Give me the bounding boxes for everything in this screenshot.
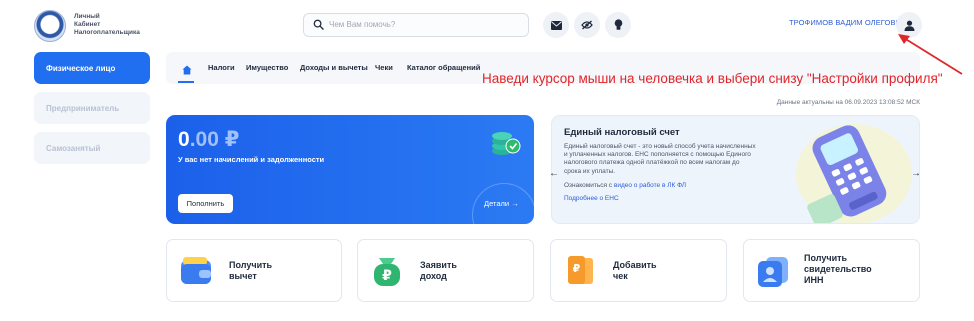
logo-text[interactable]: Личный Кабинет Налогоплательщика (74, 13, 140, 37)
label-line-3: ИНН (804, 275, 824, 285)
balance-amount: 0.00 ₽ (178, 127, 239, 152)
ens-about-link[interactable]: Подробнее о ЕНС (564, 195, 619, 202)
balance-amount-main: 0 (178, 128, 190, 151)
sidebar-item-entrepreneur[interactable]: Предприниматель (34, 92, 150, 124)
coins-check-icon (492, 132, 521, 155)
currency-sign: ₽ (224, 128, 240, 151)
annotation-arrow-icon (898, 34, 963, 75)
carousel-next-button[interactable]: → (911, 168, 921, 179)
label-line-1: Добавить (613, 260, 657, 270)
label-line-1: Получить (229, 260, 273, 270)
home-icon (182, 65, 192, 75)
details-label: Детали (484, 199, 510, 208)
arrow-right-icon: → (511, 199, 519, 208)
eye-off-icon (581, 20, 593, 30)
wallet-icon (181, 257, 211, 284)
fns-logo[interactable] (34, 10, 66, 42)
top-up-button[interactable]: Пополнить (178, 194, 233, 213)
payment-terminal-icon (796, 124, 912, 223)
label-line-1: Получить (804, 253, 848, 263)
data-actuality-note: Данные актуальны на 06.09.2023 13:08:52 … (776, 99, 920, 106)
label-line-2: чек (613, 271, 628, 281)
ens-info-card: Единый налоговый счет Единый налоговый с… (551, 115, 920, 224)
no-charges-message: У вас нет начислений и задолженности (178, 155, 325, 164)
tab-home[interactable] (182, 62, 192, 80)
ens-video-line: Ознакомиться с видео о работе в ЛК ФЛ (564, 182, 686, 189)
add-receipt-card[interactable]: ₽ Добавить чек (550, 239, 727, 302)
lightbulb-icon (614, 19, 622, 30)
label-line-1: Заявить (420, 260, 457, 270)
balance-card: 0.00 ₽ У вас нет начислений и задолженно… (166, 115, 534, 224)
tab-property[interactable]: Имущество (246, 63, 288, 72)
get-inn-certificate-label: Получить свидетельство ИНН (804, 253, 872, 286)
search-placeholder: Чем Вам помочь? (329, 20, 396, 29)
declare-income-card[interactable]: ₽ Заявить доход (357, 239, 534, 302)
ens-video-prefix: Ознакомиться с (564, 182, 613, 189)
declare-income-label: Заявить доход (420, 260, 457, 282)
user-name-link[interactable]: ТРОФИМОВ ВАДИМ ОЛЕГОВИЧ (789, 18, 906, 27)
carousel-prev-button[interactable]: ← (549, 168, 559, 179)
instruction-annotation: Наведи курсор мыши на человечка и выбери… (482, 71, 943, 86)
svg-text:₽: ₽ (573, 262, 581, 275)
add-receipt-label: Добавить чек (613, 260, 657, 282)
active-tab-indicator (178, 81, 194, 83)
ens-video-link[interactable]: видео о работе в ЛК ФЛ (614, 182, 686, 189)
tab-requests-catalog[interactable]: Каталог обращений (407, 63, 480, 72)
logo-line-2: Кабинет (74, 21, 101, 28)
balance-amount-cents: .00 (189, 128, 219, 151)
logo-line-1: Личный (74, 13, 100, 20)
label-line-2: свидетельство (804, 264, 872, 274)
receipt-icon: ₽ (568, 256, 593, 284)
label-line-2: доход (420, 271, 447, 281)
logo-line-3: Налогоплательщика (74, 29, 140, 36)
mail-button[interactable] (543, 12, 569, 38)
ruble-bag-icon: ₽ (374, 258, 400, 286)
tab-receipts[interactable]: Чеки (375, 63, 393, 72)
visibility-toggle-button[interactable] (574, 12, 600, 38)
tab-income-deductions[interactable]: Доходы и вычеты (300, 63, 368, 72)
ens-title: Единый налоговый счет (564, 127, 680, 138)
search-icon (313, 19, 324, 30)
tab-taxes[interactable]: Налоги (208, 63, 235, 72)
label-line-2: вычет (229, 271, 257, 281)
search-input[interactable]: Чем Вам помочь? (303, 13, 529, 37)
ens-description: Единый налоговый счет - это новый способ… (564, 143, 756, 175)
mail-icon (550, 20, 562, 30)
sidebar-item-self-employed[interactable]: Самозанятый (34, 132, 150, 164)
sidebar-item-individual[interactable]: Физическое лицо (34, 52, 150, 84)
tips-button[interactable] (605, 12, 631, 38)
details-link[interactable]: Детали → (484, 199, 519, 208)
get-deduction-card[interactable]: Получить вычет (166, 239, 342, 302)
id-card-icon (758, 257, 788, 287)
svg-text:₽: ₽ (382, 268, 392, 284)
get-inn-certificate-card[interactable]: Получить свидетельство ИНН (743, 239, 920, 302)
get-deduction-label: Получить вычет (229, 260, 272, 282)
